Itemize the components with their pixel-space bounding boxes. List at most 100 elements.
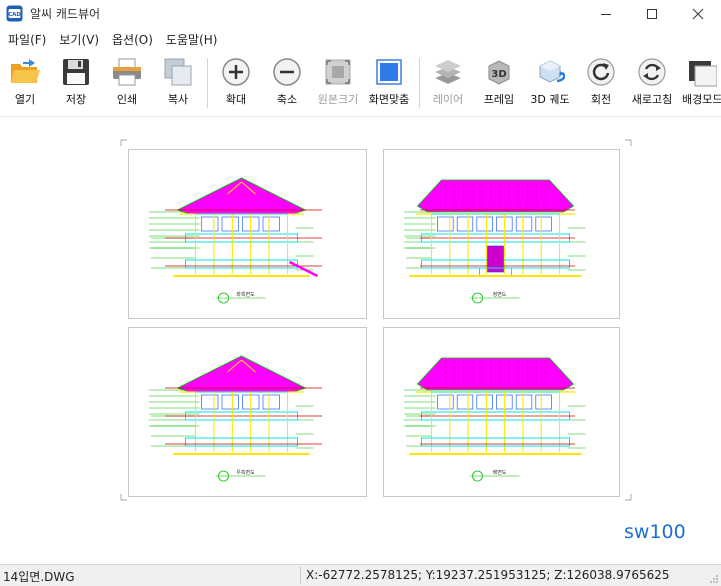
resize-grip-icon[interactable] <box>709 574 719 584</box>
window <box>476 394 493 410</box>
zoom-in-label: 확대 <box>225 93 247 106</box>
drawing-canvas[interactable]: 좌측면도 정면도 우측면도 배면도 sw100 <box>0 116 721 564</box>
title-bar: CAD 알씨 캐드뷰어 <box>0 0 721 28</box>
zoom-out-icon <box>271 56 303 88</box>
window <box>535 394 552 410</box>
orbit-3d-button[interactable]: 3D 궤도 <box>525 56 575 112</box>
orbit-3d-label: 3D 궤도 <box>530 93 570 106</box>
frame-button[interactable]: 3D 프레임 <box>474 56 524 112</box>
refresh-icon <box>636 56 668 88</box>
window-title: 알씨 캐드뷰어 <box>30 7 101 21</box>
window <box>262 216 280 232</box>
status-bar: 14입면.DWG X:-62772.2578125; Y:19237.25195… <box>0 564 721 586</box>
refresh-button[interactable]: 새로고침 <box>627 56 677 112</box>
sheet-title: 우측면도 <box>236 469 255 476</box>
lower-railing <box>185 437 298 447</box>
background-mode-icon <box>686 56 718 88</box>
copy-icon <box>162 56 194 88</box>
frame-3d-icon: 3D <box>483 56 515 88</box>
extent-corner-mark <box>120 494 127 501</box>
menu-options[interactable]: 옵션(O) <box>106 31 159 48</box>
ground-wall <box>431 419 560 439</box>
floppy-disk-icon <box>60 56 92 88</box>
open-button[interactable]: 열기 <box>0 56 50 112</box>
rotate-icon <box>585 56 617 88</box>
roof-shape <box>416 179 575 213</box>
close-button[interactable] <box>675 0 721 28</box>
layers-label: 레이어 <box>432 93 464 106</box>
print-button[interactable]: 인쇄 <box>102 56 152 112</box>
zoom-in-button[interactable]: 확대 <box>211 56 261 112</box>
window <box>201 216 219 232</box>
zoom-out-button[interactable]: 축소 <box>262 56 312 112</box>
save-button[interactable]: 저장 <box>51 56 101 112</box>
folder-open-icon <box>9 56 41 88</box>
background-mode-button[interactable]: 배경모드 <box>678 56 721 112</box>
drawing-sheet: 정면도 <box>383 149 620 319</box>
svg-text:CAD: CAD <box>8 12 21 18</box>
window <box>262 394 280 410</box>
elevation-drawing: 좌측면도 <box>149 177 322 304</box>
elevation-drawing: 배면도 <box>404 357 586 482</box>
minimize-button[interactable] <box>583 0 629 28</box>
drawing-sheet: 좌측면도 <box>128 149 367 319</box>
window <box>221 394 239 410</box>
watermark-text: sw100 <box>624 521 686 543</box>
fit-screen-icon <box>373 56 405 88</box>
zoom-in-icon <box>220 56 252 88</box>
menu-help[interactable]: 도움말(H) <box>160 31 224 48</box>
window <box>476 216 493 232</box>
maximize-button[interactable] <box>629 0 675 28</box>
zoom-out-label: 축소 <box>276 93 298 106</box>
status-coordinates: X:-62772.2578125; Y:19237.251953125; Z:1… <box>306 568 670 582</box>
menu-file[interactable]: 파일(F) <box>2 31 52 48</box>
lower-railing <box>421 437 570 447</box>
close-icon <box>692 8 704 20</box>
elevation-drawing: 우측면도 <box>149 355 322 482</box>
refresh-label: 새로고침 <box>631 93 673 106</box>
window <box>221 216 239 232</box>
side-stair <box>288 260 319 278</box>
print-label: 인쇄 <box>116 93 138 106</box>
maximize-icon <box>647 9 657 19</box>
roof-shape <box>176 355 307 393</box>
window <box>201 394 219 410</box>
frame-label: 프레임 <box>483 93 515 106</box>
window <box>535 216 552 232</box>
background-mode-label: 배경모드 <box>682 93 721 106</box>
open-label: 열기 <box>14 93 36 106</box>
rotate-label: 회전 <box>590 93 612 106</box>
svg-text:3D: 3D <box>491 69 506 80</box>
save-label: 저장 <box>65 93 87 106</box>
roof-shape <box>416 357 575 391</box>
status-filename: 14입면.DWG <box>3 570 75 584</box>
layers-button[interactable]: 레이어 <box>423 56 473 112</box>
app-logo-icon: CAD <box>6 5 23 22</box>
toolbar-separator <box>419 58 420 108</box>
sheet-title: 정면도 <box>493 291 507 298</box>
fit-screen-button[interactable]: 화면맞춤 <box>364 56 414 112</box>
actual-size-button[interactable]: 원본크기 <box>313 56 363 112</box>
copy-label: 복사 <box>167 93 189 106</box>
actual-size-label: 원본크기 <box>317 93 359 106</box>
menu-view[interactable]: 보기(V) <box>53 31 105 48</box>
window <box>437 394 454 410</box>
toolbar: 열기 저장 인쇄 복사 확대 축소 원본크기 화면맞춤 레이어 3D 프레임 3… <box>0 52 721 112</box>
ground-wall <box>195 419 288 439</box>
roof-shape <box>176 177 307 215</box>
toolbar-separator <box>207 58 208 108</box>
window <box>515 216 533 232</box>
rotate-button[interactable]: 회전 <box>576 56 626 112</box>
drawing-sheet: 배면도 <box>383 327 620 497</box>
extent-corner-mark <box>120 139 127 146</box>
orbit-3d-icon <box>534 56 566 88</box>
sheet-title: 배면도 <box>493 469 507 476</box>
fit-screen-label: 화면맞춤 <box>368 93 410 106</box>
ground-wall <box>195 241 288 261</box>
drawing-sheet: 우측면도 <box>128 327 367 497</box>
extent-corner-mark <box>625 494 632 501</box>
elevation-drawing: 정면도 <box>404 179 586 304</box>
printer-icon <box>111 56 143 88</box>
copy-button[interactable]: 복사 <box>153 56 203 112</box>
minimize-icon <box>601 14 611 15</box>
